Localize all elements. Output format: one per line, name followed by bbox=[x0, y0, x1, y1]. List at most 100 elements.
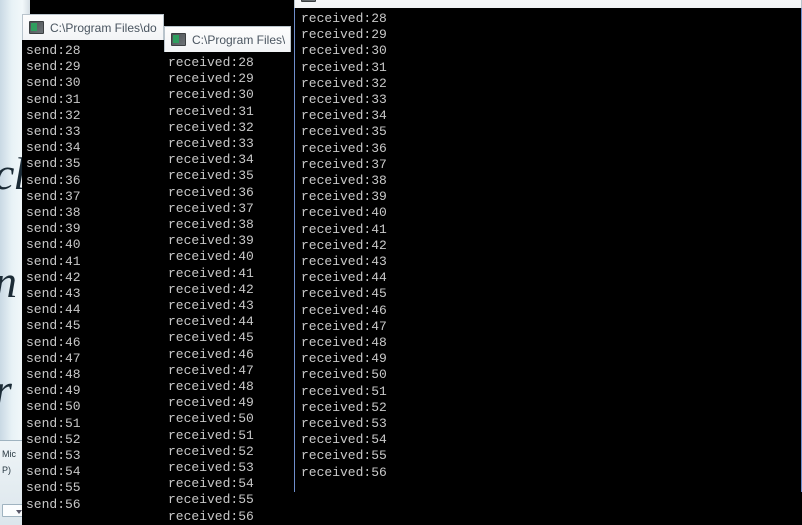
console-line: received:56 bbox=[301, 464, 387, 480]
console-line: received:32 bbox=[301, 75, 387, 91]
console-line: received:51 bbox=[301, 383, 387, 399]
console-line: send:28 bbox=[26, 43, 81, 58]
console-line: received:54 bbox=[168, 476, 254, 492]
console-line: send:34 bbox=[26, 140, 81, 156]
console-line: send:55 bbox=[26, 480, 81, 496]
console-line: received:34 bbox=[301, 108, 387, 124]
console-line: received:38 bbox=[301, 173, 387, 189]
window-titlebar-received-front[interactable] bbox=[294, 0, 802, 8]
console-line: received:47 bbox=[168, 362, 254, 378]
console-line: received:31 bbox=[301, 59, 387, 75]
console-line: send:50 bbox=[26, 399, 81, 415]
console-line: received:53 bbox=[168, 460, 254, 476]
console-icon bbox=[171, 33, 186, 46]
console-line: received:28 bbox=[168, 55, 254, 70]
console-line: received:50 bbox=[168, 411, 254, 427]
console-line: send:41 bbox=[26, 253, 81, 269]
console-line: send:53 bbox=[26, 448, 81, 464]
console-line: send:43 bbox=[26, 286, 81, 302]
console-line: send:42 bbox=[26, 269, 81, 285]
console-line: received:55 bbox=[168, 492, 254, 508]
console-line: send:40 bbox=[26, 237, 81, 253]
console-line: send:31 bbox=[26, 91, 81, 107]
console-line: received:42 bbox=[301, 237, 387, 253]
console-line: received:40 bbox=[168, 249, 254, 265]
console-line: received:40 bbox=[301, 205, 387, 221]
console-line: received:48 bbox=[301, 335, 387, 351]
console-line: received:38 bbox=[168, 217, 254, 233]
console-line: received:44 bbox=[168, 314, 254, 330]
console-line: received:39 bbox=[168, 233, 254, 249]
window-title-send: C:\Program Files\do bbox=[50, 20, 157, 35]
console-line: received:31 bbox=[168, 103, 254, 119]
console-icon bbox=[301, 0, 316, 2]
console-line: send:32 bbox=[26, 107, 81, 123]
window-titlebar-send[interactable]: C:\Program Files\do bbox=[22, 14, 164, 40]
console-line: received:30 bbox=[168, 87, 254, 103]
console-line: received:33 bbox=[301, 92, 387, 108]
console-icon bbox=[29, 21, 44, 34]
window-titlebar-received-middle[interactable]: C:\Program Files\ bbox=[164, 26, 291, 52]
console-line: send:49 bbox=[26, 383, 81, 399]
console-line: received:37 bbox=[301, 156, 387, 172]
console-line: received:43 bbox=[168, 298, 254, 314]
desktop-background-fill bbox=[294, 492, 802, 525]
desktop-screen: cl n r Mic P) C:\Program Files\do send:2… bbox=[0, 0, 802, 525]
console-line: received:47 bbox=[301, 318, 387, 334]
console-line: send:37 bbox=[26, 188, 81, 204]
console-line: received:34 bbox=[168, 152, 254, 168]
console-line: send:30 bbox=[26, 75, 81, 91]
console-line: send:35 bbox=[26, 156, 81, 172]
console-line: received:56 bbox=[168, 508, 254, 524]
console-line: received:32 bbox=[168, 119, 254, 135]
console-line: send:56 bbox=[26, 496, 81, 512]
console-line: send:51 bbox=[26, 415, 81, 431]
console-line: received:49 bbox=[168, 395, 254, 411]
console-output-received-front: received:28 received:29 received:30 receive… bbox=[294, 8, 802, 493]
console-line: received:33 bbox=[168, 136, 254, 152]
console-line: send:48 bbox=[26, 367, 81, 383]
console-line: received:46 bbox=[168, 346, 254, 362]
window-title-received-middle: C:\Program Files\ bbox=[192, 32, 286, 47]
console-line: received:54 bbox=[301, 432, 387, 448]
console-line: received:52 bbox=[301, 399, 387, 415]
console-output-received-middle: received:28 received:29 received:30 receive… bbox=[164, 52, 291, 525]
console-window-send[interactable]: C:\Program Files\do send:28 send:29 send:3… bbox=[22, 14, 164, 525]
console-line: send:46 bbox=[26, 334, 81, 350]
console-line: received:45 bbox=[168, 330, 254, 346]
console-line: received:50 bbox=[301, 367, 387, 383]
console-line: send:33 bbox=[26, 124, 81, 140]
console-window-received-front[interactable]: received:28 received:29 received:30 receive… bbox=[294, 0, 802, 493]
console-line: received:36 bbox=[168, 184, 254, 200]
console-line: received:29 bbox=[301, 27, 387, 43]
console-line: send:36 bbox=[26, 172, 81, 188]
console-line: send:45 bbox=[26, 318, 81, 334]
console-window-received-middle[interactable]: C:\Program Files\ received:28 received:29… bbox=[164, 26, 291, 525]
console-line: received:28 bbox=[301, 11, 387, 26]
console-line: received:49 bbox=[301, 351, 387, 367]
console-line: received:30 bbox=[301, 43, 387, 59]
console-line: send:54 bbox=[26, 464, 81, 480]
console-line: received:44 bbox=[301, 270, 387, 286]
console-line: received:43 bbox=[301, 254, 387, 270]
console-line: received:51 bbox=[168, 427, 254, 443]
console-line: received:55 bbox=[301, 448, 387, 464]
console-line: received:42 bbox=[168, 281, 254, 297]
console-line: received:35 bbox=[168, 168, 254, 184]
console-line: received:36 bbox=[301, 140, 387, 156]
console-line: received:29 bbox=[168, 71, 254, 87]
console-line: send:44 bbox=[26, 302, 81, 318]
console-line: received:46 bbox=[301, 302, 387, 318]
console-line: send:52 bbox=[26, 431, 81, 447]
console-line: send:47 bbox=[26, 350, 81, 366]
console-line: send:39 bbox=[26, 221, 81, 237]
console-line: received:52 bbox=[168, 443, 254, 459]
console-line: send:38 bbox=[26, 205, 81, 221]
console-line: received:37 bbox=[168, 200, 254, 216]
console-line: received:35 bbox=[301, 124, 387, 140]
console-line: received:41 bbox=[168, 265, 254, 281]
console-line: received:41 bbox=[301, 221, 387, 237]
console-line: received:53 bbox=[301, 416, 387, 432]
console-output-send: send:28 send:29 send:30 send:31 send:32 send:… bbox=[22, 40, 164, 525]
console-line: send:29 bbox=[26, 59, 81, 75]
